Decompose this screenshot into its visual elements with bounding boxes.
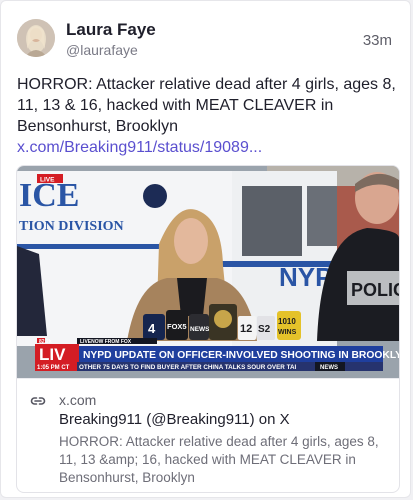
avatar[interactable] (17, 19, 55, 57)
post-body: HORROR: Attacker relative dead after 4 g… (17, 74, 397, 158)
headline-text: NYPD UPDATE ON OFFICER-INVOLVED SHOOTING… (83, 350, 399, 361)
post-text: HORROR: Attacker relative dead after 4 g… (17, 76, 396, 135)
svg-text:12: 12 (240, 323, 252, 335)
post-link[interactable]: x.com/Breaking911/status/19089... (17, 137, 397, 158)
livenow-label: LIVENOW FROM FOX (80, 339, 132, 345)
timestamp[interactable]: 33m (363, 32, 392, 49)
time-label: 1:05 PM CT (37, 365, 70, 371)
preview-title[interactable]: Breaking911 (@Breaking911) on X (59, 411, 290, 428)
svg-text:LIV: LIV (39, 345, 66, 364)
link-preview-card[interactable]: NYP ICE TION DIVISION LIVE POLIC 4 (16, 165, 400, 493)
preview-domain: x.com (59, 392, 97, 408)
van-division-text: TION DIVISION (19, 219, 124, 234)
police-vest-text: POLIC (351, 280, 399, 300)
user-handle[interactable]: @laurafaye (66, 42, 138, 58)
nypd-shield-icon (143, 184, 167, 208)
svg-text:NEWS: NEWS (190, 326, 210, 333)
avatar-image (17, 19, 55, 57)
svg-text:1010: 1010 (278, 317, 296, 326)
preview-description: HORROR: Attacker relative dead after 4 g… (59, 434, 379, 485)
post-card[interactable]: Laura Faye @laurafaye 33m HORROR: Attack… (0, 0, 411, 498)
ticker-text: OTHER 75 DAYS TO FIND BUYER AFTER CHINA … (79, 364, 297, 371)
link-icon (30, 397, 46, 405)
svg-text:FOX5: FOX5 (167, 322, 187, 331)
svg-text:S2: S2 (258, 324, 271, 335)
ticker-tag: NEWS (320, 365, 338, 371)
preview-image[interactable]: NYP ICE TION DIVISION LIVE POLIC 4 (17, 166, 399, 378)
preview-meta[interactable]: x.com Breaking911 (@Breaking911) on X HO… (17, 378, 399, 492)
svg-text:4: 4 (148, 321, 156, 336)
speaker-face (174, 218, 208, 264)
live-top-badge: LIVE (40, 177, 55, 184)
svg-text:WINS: WINS (278, 329, 297, 336)
display-name[interactable]: Laura Faye (66, 20, 156, 40)
